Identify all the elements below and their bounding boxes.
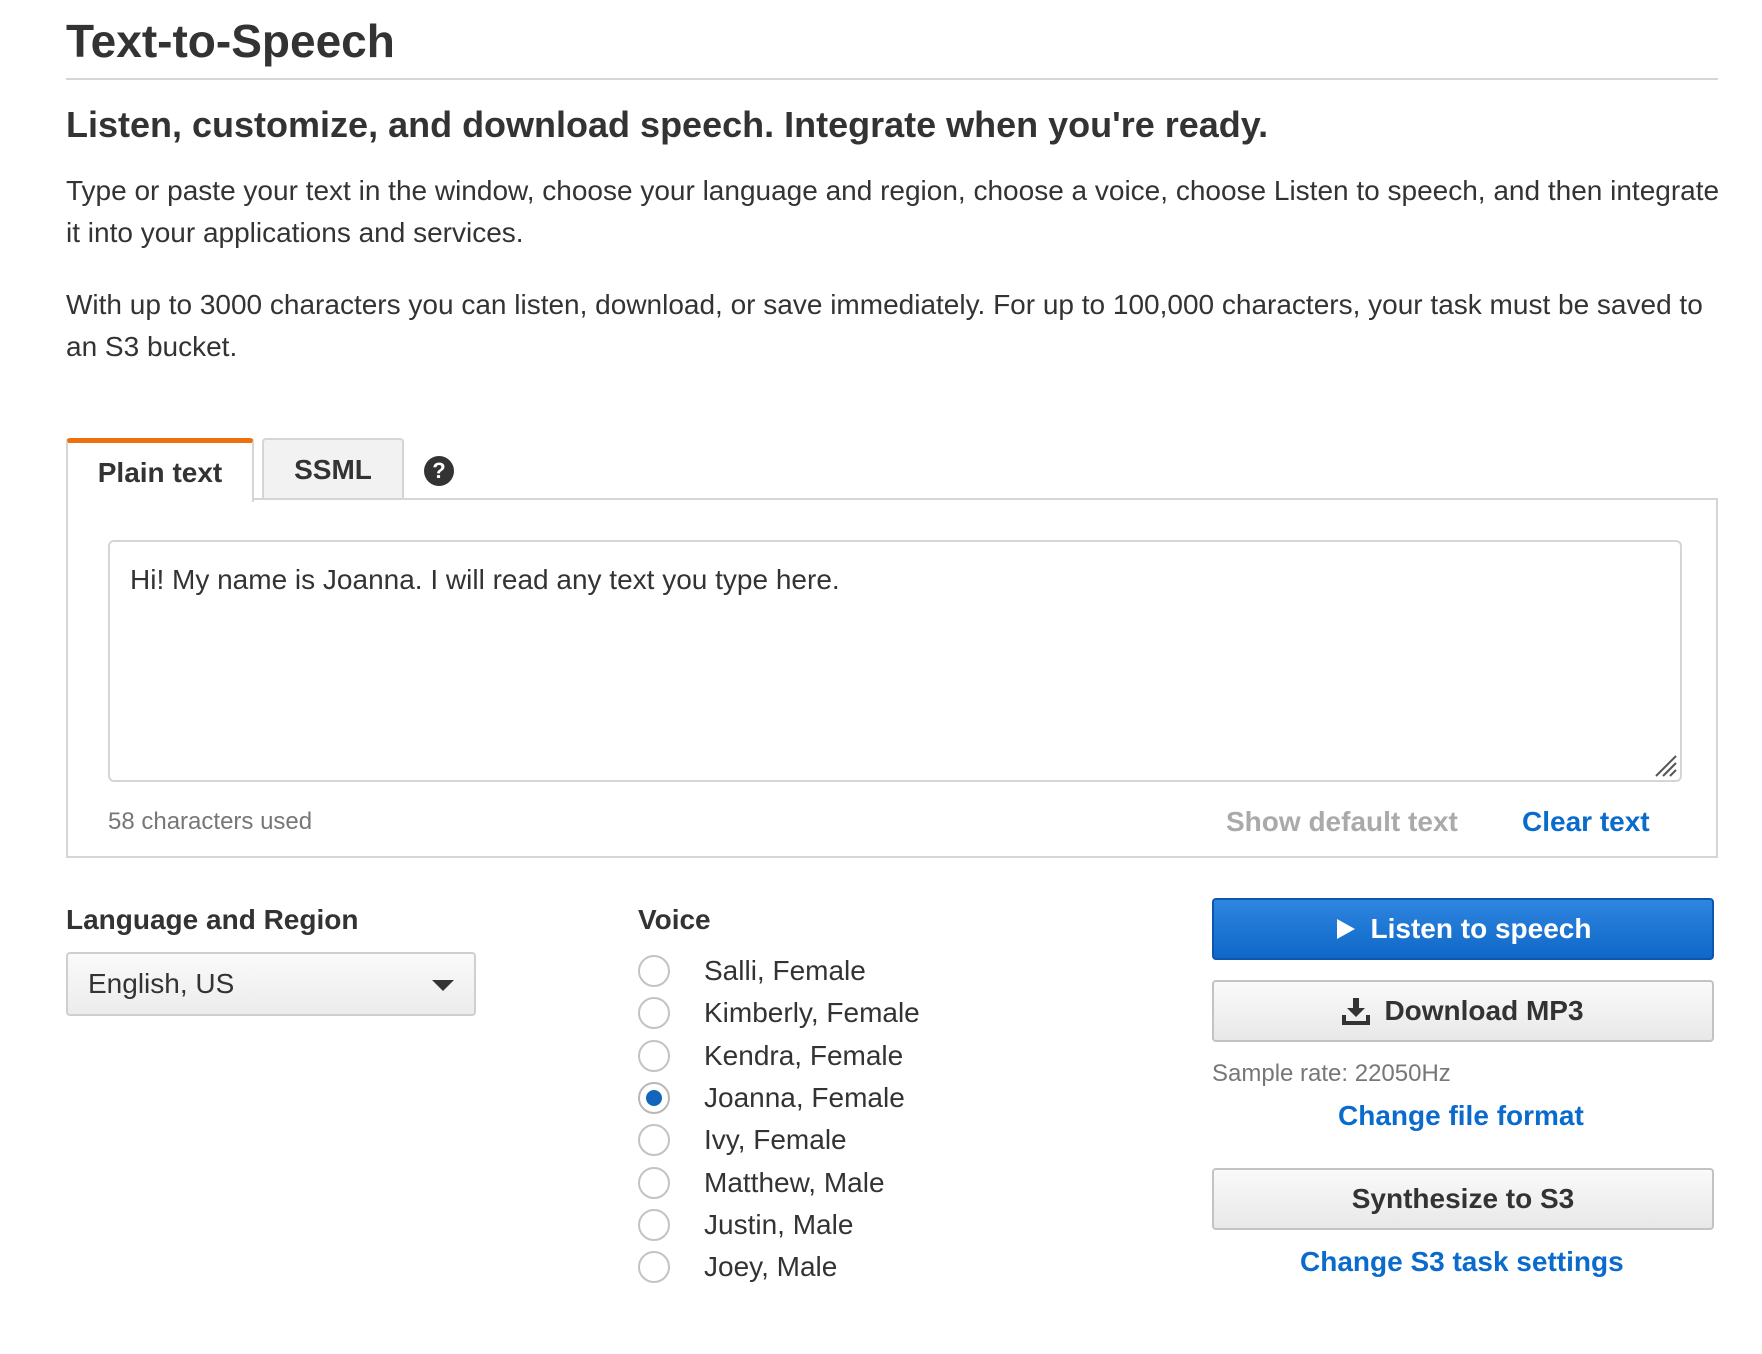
voice-option-label: Justin, Male xyxy=(704,1208,854,1240)
radio-button[interactable] xyxy=(638,1166,670,1199)
radio-button[interactable] xyxy=(638,955,670,988)
character-count: 58 characters used xyxy=(108,808,313,835)
radio-button[interactable] xyxy=(638,1039,670,1072)
language-selected-value: English, US xyxy=(88,968,235,999)
sample-rate-text: Sample rate: 22050Hz xyxy=(1212,1060,1451,1087)
show-default-text-link[interactable]: Show default text xyxy=(1226,806,1458,838)
voice-label: Voice xyxy=(638,904,711,935)
download-icon xyxy=(1342,997,1371,1025)
synthesize-to-s3-button[interactable]: Synthesize to S3 xyxy=(1212,1168,1714,1230)
voice-option-ivy[interactable]: Ivy, Female xyxy=(638,1119,920,1161)
play-icon xyxy=(1335,917,1357,941)
page-subtitle: Listen, customize, and download speech. … xyxy=(66,104,1269,145)
radio-button-selected[interactable] xyxy=(638,1082,670,1115)
voice-option-label: Kimberly, Female xyxy=(704,997,920,1029)
description-text: Type or paste your text in the window, c… xyxy=(66,175,1720,248)
clear-text-link[interactable]: Clear text xyxy=(1522,806,1650,838)
voice-option-label: Salli, Female xyxy=(704,955,866,987)
tab-plain-text[interactable]: Plain text xyxy=(66,438,254,502)
voice-option-salli[interactable]: Salli, Female xyxy=(638,950,920,992)
listen-button-label: Listen to speech xyxy=(1370,913,1592,944)
caret-down-icon xyxy=(432,980,454,991)
voice-option-joanna[interactable]: Joanna, Female xyxy=(638,1077,920,1119)
change-file-format-link[interactable]: Change file format xyxy=(1338,1100,1584,1132)
speech-text-input[interactable]: Hi! My name is Joanna. I will read any t… xyxy=(108,540,1682,782)
voice-option-label: Joanna, Female xyxy=(704,1082,905,1114)
change-s3-task-settings-link[interactable]: Change S3 task settings xyxy=(1300,1246,1624,1278)
language-region-label: Language and Region xyxy=(66,904,359,935)
voice-radio-group: Salli, Female Kimberly, Female Kendra, F… xyxy=(638,950,920,1288)
text-to-speech-page: Text-to-Speech Listen, customize, and do… xyxy=(0,0,1762,1354)
voice-option-label: Joey, Male xyxy=(704,1251,838,1283)
question-circle-icon[interactable]: ? xyxy=(424,456,454,486)
download-button-label: Download MP3 xyxy=(1384,995,1584,1026)
voice-option-matthew[interactable]: Matthew, Male xyxy=(638,1161,920,1203)
voice-option-joey[interactable]: Joey, Male xyxy=(638,1246,920,1288)
character-limit-text: With up to 3000 characters you can liste… xyxy=(66,289,1703,362)
voice-option-justin[interactable]: Justin, Male xyxy=(638,1204,920,1246)
title-divider xyxy=(66,78,1718,80)
radio-button[interactable] xyxy=(638,1124,670,1157)
download-mp3-button[interactable]: Download MP3 xyxy=(1212,980,1714,1042)
language-region-select[interactable]: English, US xyxy=(66,952,476,1016)
radio-button[interactable] xyxy=(638,1251,670,1284)
voice-option-kimberly[interactable]: Kimberly, Female xyxy=(638,992,920,1034)
voice-option-label: Kendra, Female xyxy=(704,1039,904,1071)
radio-button[interactable] xyxy=(638,997,670,1030)
radio-button[interactable] xyxy=(638,1208,670,1241)
voice-option-kendra[interactable]: Kendra, Female xyxy=(638,1035,920,1077)
voice-option-label: Ivy, Female xyxy=(704,1124,847,1156)
page-title: Text-to-Speech xyxy=(66,15,395,67)
resize-handle-icon[interactable] xyxy=(1650,750,1678,778)
synthesize-button-label: Synthesize to S3 xyxy=(1351,1183,1575,1214)
listen-to-speech-button[interactable]: Listen to speech xyxy=(1212,898,1714,960)
tab-ssml[interactable]: SSML xyxy=(262,438,404,500)
voice-option-label: Matthew, Male xyxy=(704,1166,885,1198)
